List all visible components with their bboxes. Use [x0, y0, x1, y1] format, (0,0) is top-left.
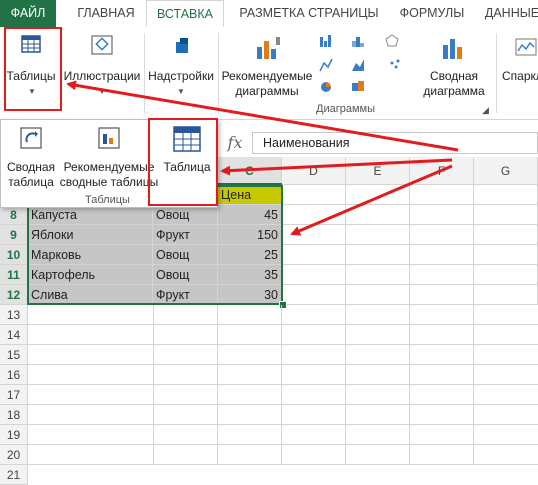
- arrow-to-tables: [66, 80, 459, 152]
- arrow-to-range: [290, 164, 453, 236]
- arrow-to-table: [220, 158, 453, 176]
- row-header[interactable]: 21: [0, 465, 28, 485]
- annotation-arrows: [66, 80, 459, 236]
